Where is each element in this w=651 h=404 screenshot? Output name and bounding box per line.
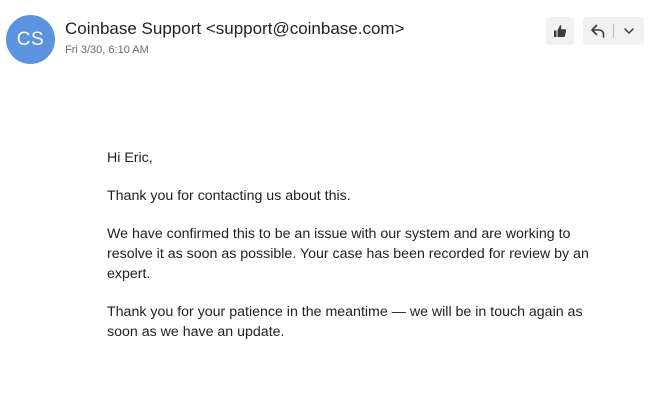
avatar: CS <box>6 15 55 64</box>
body-paragraph: We have confirmed this to be an issue wi… <box>107 226 589 282</box>
thumbs-up-icon <box>553 24 567 38</box>
body-paragraph: Thank you for contacting us about this. <box>107 188 351 204</box>
message-actions <box>546 17 644 45</box>
body-paragraph: Thank you for your patience in the meant… <box>107 304 583 340</box>
more-actions-button[interactable] <box>614 17 644 45</box>
reply-icon <box>590 23 606 39</box>
chevron-down-icon <box>623 25 635 37</box>
message-body: Hi Eric, Thank you for contacting us abo… <box>107 148 617 360</box>
reply-button[interactable] <box>583 17 613 45</box>
reply-button-group <box>583 17 644 45</box>
message-date: Fri 3/30, 6:10 AM <box>65 44 149 56</box>
greeting: Hi Eric, <box>107 150 153 166</box>
like-button[interactable] <box>546 17 574 45</box>
sender-name: Coinbase Support <support@coinbase.com> <box>65 19 405 38</box>
